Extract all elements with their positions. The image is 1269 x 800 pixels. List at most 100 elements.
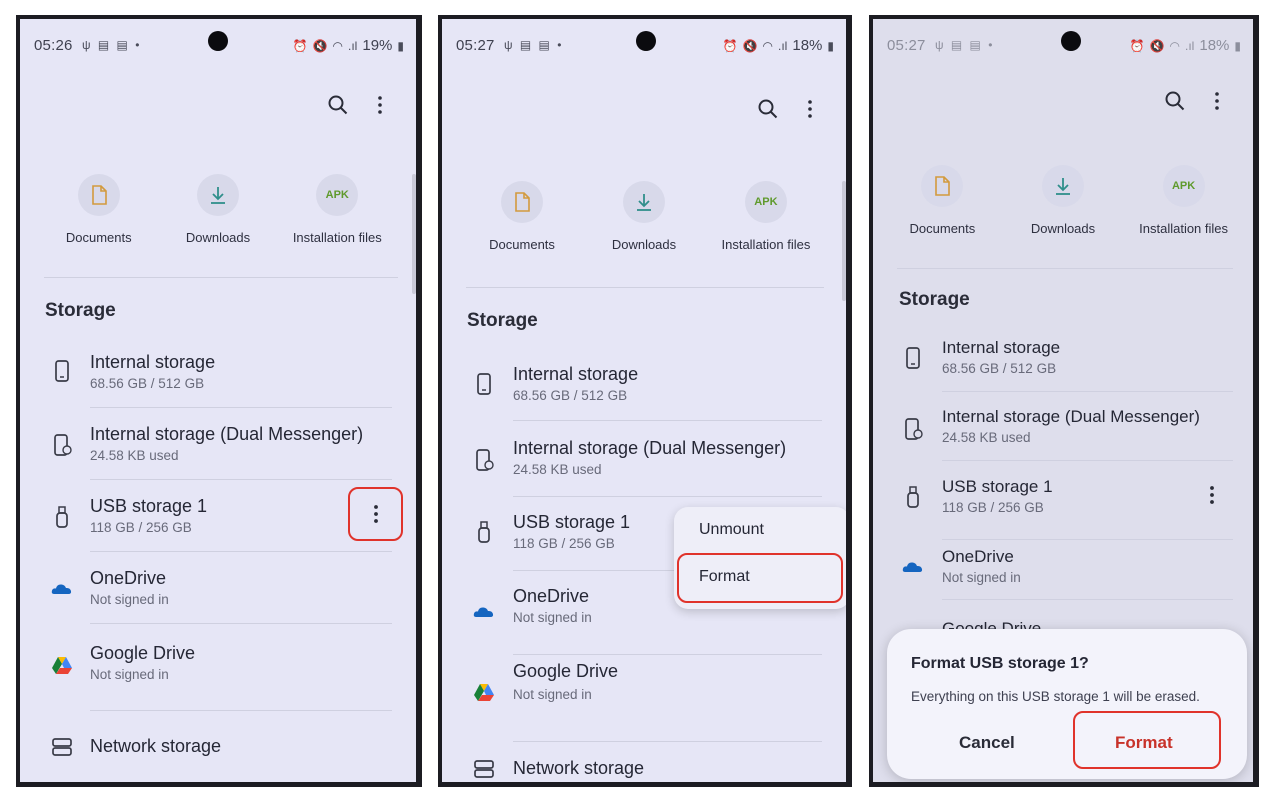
battery-icon: ▮ xyxy=(1234,38,1241,53)
screenshot-step-1: 05:26 ψ ▤ ▤ • ⏰ 🔇 ◠ .ıl 19% ▮ Documents … xyxy=(16,15,422,787)
cancel-button[interactable]: Cancel xyxy=(959,733,1015,753)
item-subtitle: 24.58 KB used xyxy=(942,430,1031,445)
item-subtitle: 68.56 GB / 512 GB xyxy=(513,388,628,403)
battery-icon: ▮ xyxy=(827,38,834,53)
mute-icon: 🔇 xyxy=(312,38,328,53)
notification-icons: ψ ▤ ▤ • xyxy=(504,38,564,52)
alarm-icon: ⏰ xyxy=(1129,38,1145,53)
screenshot-step-2: 05:27 ψ ▤ ▤ • ⏰ 🔇 ◠ .ıl 18% ▮ Documents … xyxy=(438,15,852,787)
usb-icon xyxy=(907,486,919,508)
item-title: Internal storage xyxy=(513,364,639,384)
signal-icon: .ıl xyxy=(348,38,358,53)
category-label: Downloads xyxy=(185,230,251,245)
status-right-icons: ⏰ 🔇 ◠ .ıl 19% ▮ xyxy=(293,37,404,54)
usb-icon xyxy=(478,521,490,543)
category-label: Installation files xyxy=(1139,221,1229,236)
storage-item-google-drive[interactable]: Google Drive Not signed in xyxy=(442,661,846,742)
signal-icon: .ıl xyxy=(1185,38,1195,53)
item-title: USB storage 1 xyxy=(513,512,631,532)
item-subtitle: Not signed in xyxy=(513,610,592,625)
divider xyxy=(897,268,1233,269)
item-title: Google Drive xyxy=(513,661,619,681)
notification-icons: ψ ▤ ▤ • xyxy=(935,38,995,52)
item-title: OneDrive xyxy=(513,586,590,606)
storage-item-network[interactable]: Network storage xyxy=(20,733,416,773)
storage-heading: Storage xyxy=(899,289,970,310)
item-subtitle: 118 GB / 256 GB xyxy=(513,536,615,551)
alarm-icon: ⏰ xyxy=(722,38,738,53)
document-icon xyxy=(91,185,107,205)
storage-item-internal[interactable]: Internal storage 68.56 GB / 512 GB xyxy=(442,360,846,426)
item-subtitle: 24.58 KB used xyxy=(513,462,602,477)
category-documents[interactable]: Documents xyxy=(40,174,157,245)
category-label: Installation files xyxy=(292,230,382,245)
storage-item-onedrive[interactable]: OneDrive Not signed in xyxy=(873,545,1253,609)
more-options-icon[interactable] xyxy=(1207,483,1217,507)
status-bar: 05:27 ψ ▤ ▤ • ⏰ 🔇 ◠ .ıl 18% ▮ xyxy=(887,35,1241,57)
category-downloads[interactable]: Downloads xyxy=(159,174,276,245)
more-options-icon[interactable] xyxy=(368,93,392,117)
onedrive-icon xyxy=(473,607,494,617)
storage-item-dual-messenger[interactable]: Internal storage (Dual Messenger) 24.58 … xyxy=(873,405,1253,469)
notification-icons: ψ ▤ ▤ • xyxy=(82,38,142,52)
search-icon[interactable] xyxy=(756,97,780,121)
onedrive-icon xyxy=(902,562,923,572)
category-downloads[interactable]: Downloads xyxy=(1004,165,1123,236)
category-downloads[interactable]: Downloads xyxy=(584,181,704,252)
storage-item-google-drive[interactable]: Google Drive Not signed in xyxy=(20,640,416,711)
dialog-message: Everything on this USB storage 1 will be… xyxy=(911,689,1200,704)
item-title: Internal storage (Dual Messenger) xyxy=(90,424,364,444)
storage-heading: Storage xyxy=(45,300,116,321)
item-title: Network storage xyxy=(513,758,645,778)
usb-more-options-button[interactable] xyxy=(348,487,403,541)
category-installation-files[interactable]: APK Installation files xyxy=(279,174,396,245)
status-time: 05:27 xyxy=(887,37,926,54)
search-icon[interactable] xyxy=(1163,89,1187,113)
category-documents[interactable]: Documents xyxy=(462,181,582,252)
dual-messenger-phone-icon xyxy=(476,449,494,471)
scroll-indicator[interactable] xyxy=(412,174,416,294)
download-icon xyxy=(1055,178,1070,195)
mute-icon: 🔇 xyxy=(1149,38,1165,53)
storage-item-onedrive[interactable]: OneDrive Not signed in xyxy=(20,565,416,627)
storage-item-network[interactable]: Network storage xyxy=(442,755,846,782)
storage-item-dual-messenger[interactable]: Internal storage (Dual Messenger) 24.58 … xyxy=(20,421,416,483)
format-highlight xyxy=(677,553,843,603)
phone-icon xyxy=(477,373,491,395)
toolbar xyxy=(1163,89,1229,113)
status-bar: 05:26 ψ ▤ ▤ • ⏰ 🔇 ◠ .ıl 19% ▮ xyxy=(34,35,404,57)
dual-messenger-phone-icon xyxy=(54,434,72,456)
more-options-icon[interactable] xyxy=(798,97,822,121)
status-time: 05:26 xyxy=(34,37,73,54)
storage-heading: Storage xyxy=(467,310,538,331)
category-label: Downloads xyxy=(611,237,677,252)
divider xyxy=(466,287,824,288)
scroll-indicator[interactable] xyxy=(842,181,846,301)
item-title: Internal storage xyxy=(942,338,1061,357)
search-icon[interactable] xyxy=(326,93,350,117)
storage-item-internal[interactable]: Internal storage 68.56 GB / 512 GB xyxy=(873,336,1253,400)
toolbar xyxy=(326,93,392,117)
category-label: Documents xyxy=(909,221,976,236)
more-options-icon[interactable] xyxy=(1205,89,1229,113)
item-subtitle: Not signed in xyxy=(90,592,169,607)
wifi-icon: ◠ xyxy=(1169,38,1181,53)
format-button-highlight xyxy=(1073,711,1221,769)
item-subtitle: Not signed in xyxy=(90,667,169,682)
category-documents[interactable]: Documents xyxy=(883,165,1002,236)
storage-item-usb[interactable]: USB storage 1 118 GB / 256 GB xyxy=(20,487,416,555)
battery-level: 18% xyxy=(1199,37,1230,54)
status-time: 05:27 xyxy=(456,37,495,54)
status-right-icons: ⏰ 🔇 ◠ .ıl 18% ▮ xyxy=(1130,37,1241,54)
category-installation-files[interactable]: APK Installation files xyxy=(706,181,826,252)
menu-item-unmount[interactable]: Unmount xyxy=(699,521,764,539)
storage-item-dual-messenger[interactable]: Internal storage (Dual Messenger) 24.58 … xyxy=(442,434,846,500)
download-icon xyxy=(211,187,225,204)
download-icon xyxy=(636,194,651,211)
category-installation-files[interactable]: APK Installation files xyxy=(1124,165,1243,236)
screenshot-step-3: 05:27 ψ ▤ ▤ • ⏰ 🔇 ◠ .ıl 18% ▮ Documents … xyxy=(869,15,1259,787)
storage-item-internal[interactable]: Internal storage 68.56 GB / 512 GB xyxy=(20,349,416,411)
battery-icon: ▮ xyxy=(397,38,404,53)
apk-icon: APK xyxy=(325,189,349,201)
storage-item-usb[interactable]: USB storage 1 118 GB / 256 GB xyxy=(873,475,1253,540)
